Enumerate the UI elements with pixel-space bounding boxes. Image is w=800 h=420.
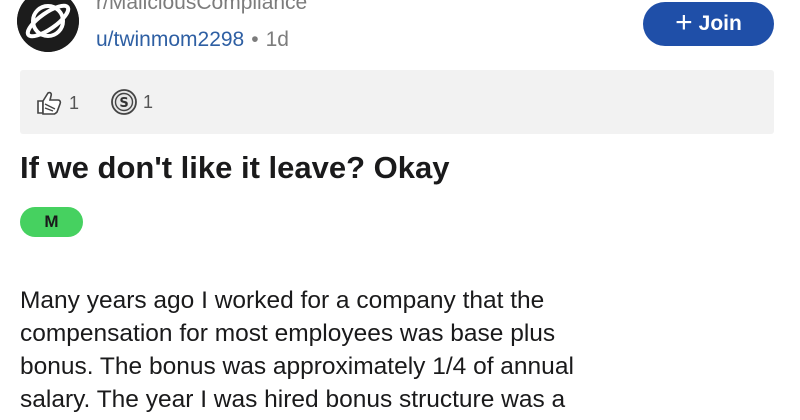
post-byline: u/twinmom2298 • 1d xyxy=(96,28,289,52)
svg-text:S: S xyxy=(119,96,128,111)
awards-bar[interactable]: 1 S 1 xyxy=(20,70,774,134)
award-count: 1 xyxy=(143,91,154,112)
post-body-line: salary. The year I was hired bonus struc… xyxy=(20,386,566,413)
subreddit-avatar[interactable] xyxy=(17,0,79,52)
award-count: 1 xyxy=(69,92,80,113)
post-body: Many years ago I worked for a company th… xyxy=(20,284,760,416)
post-body-line: compensation for most employees was base… xyxy=(20,320,556,347)
post-title[interactable]: If we don't like it leave? Okay xyxy=(20,150,449,186)
award-silver[interactable]: S 1 xyxy=(110,88,153,116)
post-body-line: Many years ago I worked for a company th… xyxy=(20,287,545,314)
post-flair[interactable]: M xyxy=(20,207,83,237)
post-age: 1d xyxy=(265,28,289,51)
subreddit-name[interactable]: r/MaliciousCompliance xyxy=(96,0,307,15)
post-body-line: bonus. The bonus was approximately 1/4 o… xyxy=(20,353,574,380)
join-button[interactable]: + Join xyxy=(643,2,774,46)
join-label: Join xyxy=(698,12,742,35)
thumbs-up-award-icon xyxy=(37,91,62,115)
plus-icon: + xyxy=(675,5,693,39)
award-thumbs-up[interactable]: 1 xyxy=(34,88,79,118)
planet-icon xyxy=(17,0,79,52)
byline-separator: • xyxy=(251,28,259,51)
silver-coin-award-icon: S xyxy=(111,89,137,115)
author-username[interactable]: u/twinmom2298 xyxy=(96,28,244,51)
